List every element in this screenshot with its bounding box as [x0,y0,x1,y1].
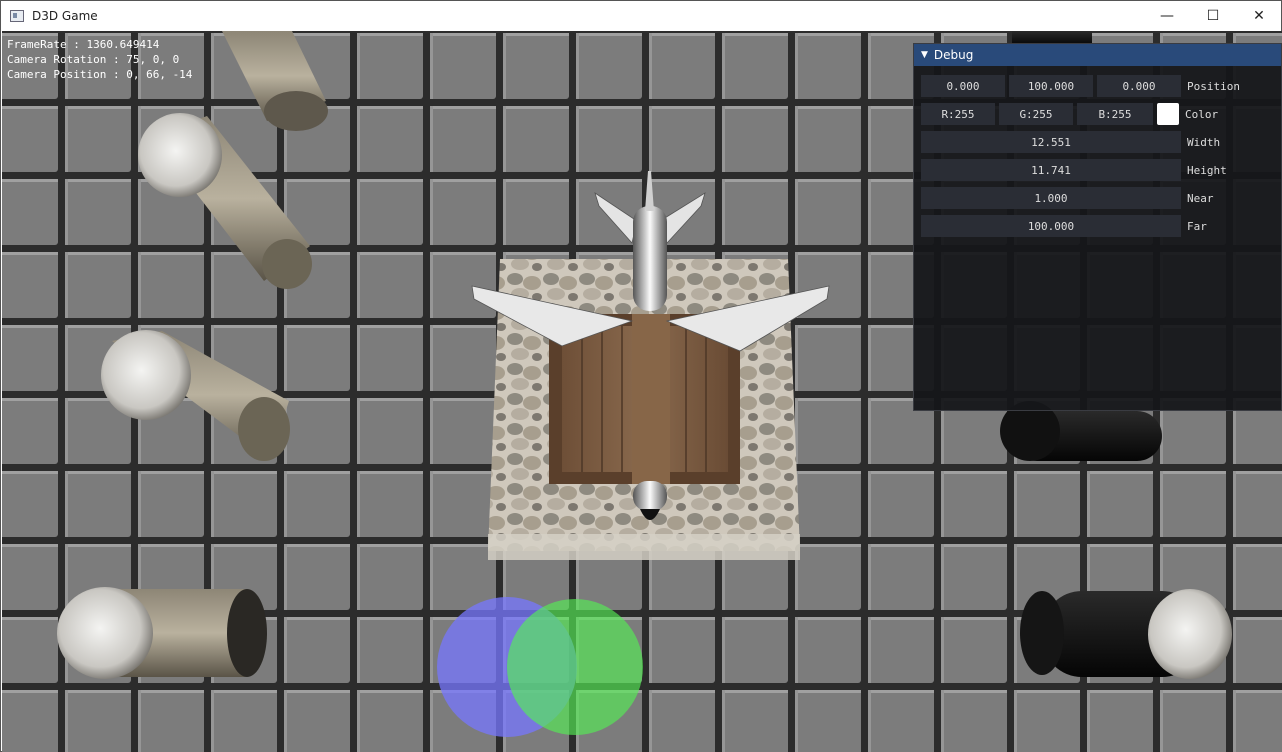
color-swatch[interactable] [1157,103,1179,125]
position-x-field[interactable]: 0.000 [921,75,1005,97]
color-g-field[interactable]: G:255 [999,103,1073,125]
collapse-triangle-icon[interactable]: ▼ [921,50,928,60]
light-green [507,599,643,735]
width-row: 12.551 Width [921,131,1220,153]
near-field[interactable]: 1.000 [921,187,1181,209]
position-row: 0.000 100.000 0.000 Position [921,75,1240,97]
height-row: 11.741 Height [921,159,1227,181]
app-icon [10,10,24,22]
color-row: R:255 G:255 B:255 Color [921,103,1218,125]
near-row: 1.000 Near [921,187,1214,209]
position-z-field[interactable]: 0.000 [1097,75,1181,97]
title-bar[interactable]: D3D Game — ☐ ✕ [1,1,1281,31]
width-field[interactable]: 12.551 [921,131,1181,153]
width-label: Width [1187,135,1221,149]
debug-panel: ▼ Debug 0.000 100.000 0.000 Position R:2… [913,43,1282,411]
stone-pillar [1020,589,1232,679]
camera-rotation-text: Camera Rotation : 75, 0, 0 [7,53,180,66]
color-label: Color [1185,107,1219,121]
debug-header[interactable]: ▼ Debug [914,44,1281,66]
far-label: Far [1187,219,1207,233]
height-field[interactable]: 11.741 [921,159,1181,181]
near-label: Near [1187,191,1214,205]
stone-pillar [57,587,267,679]
height-label: Height [1187,163,1227,177]
color-r-field[interactable]: R:255 [921,103,995,125]
window-title: D3D Game [32,9,98,23]
minimize-button[interactable]: — [1144,1,1190,31]
close-button[interactable]: ✕ [1236,1,1282,31]
position-y-field[interactable]: 100.000 [1009,75,1093,97]
framerate-text: FrameRate : 1360.649414 [7,38,160,51]
debug-title: Debug [933,48,974,62]
far-row: 100.000 Far [921,215,1207,237]
point-lights [437,597,643,737]
far-field[interactable]: 100.000 [921,215,1181,237]
stats-overlay: FrameRate : 1360.649414 Camera Rotation :… [7,37,192,82]
position-label: Position [1187,79,1240,93]
camera-position-text: Camera Position : 0, 66, -14 [7,68,193,81]
color-b-field[interactable]: B:255 [1077,103,1153,125]
game-window: D3D Game — ☐ ✕ FrameRate: 1360.649414 C… [0,0,1282,752]
maximize-button[interactable]: ☐ [1190,1,1236,31]
